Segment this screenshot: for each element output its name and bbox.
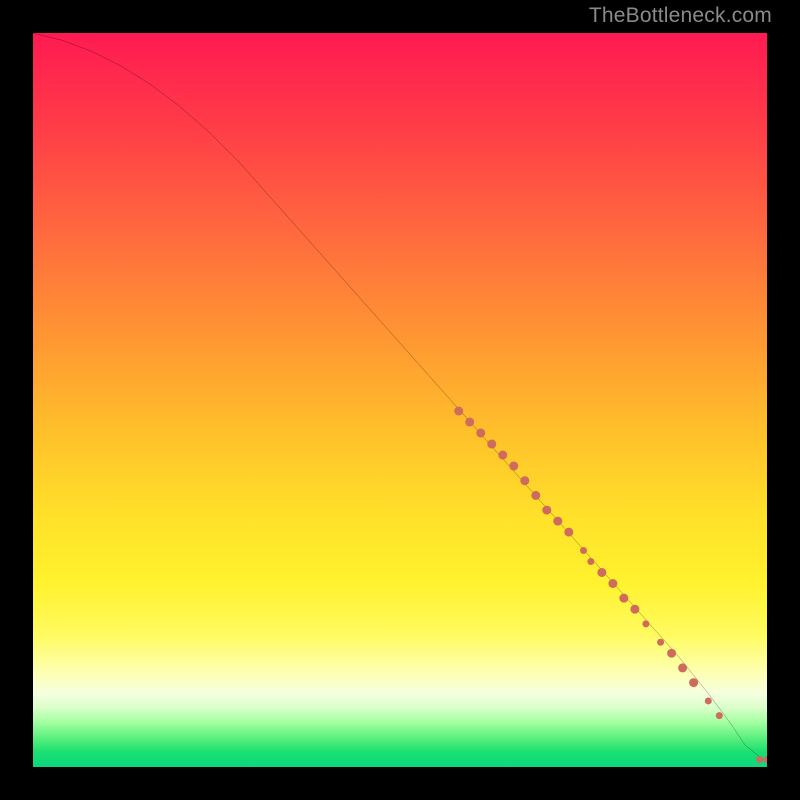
plot-area	[33, 33, 767, 767]
chart-stage: TheBottleneck.com	[0, 0, 800, 800]
watermark-text: TheBottleneck.com	[589, 4, 772, 28]
